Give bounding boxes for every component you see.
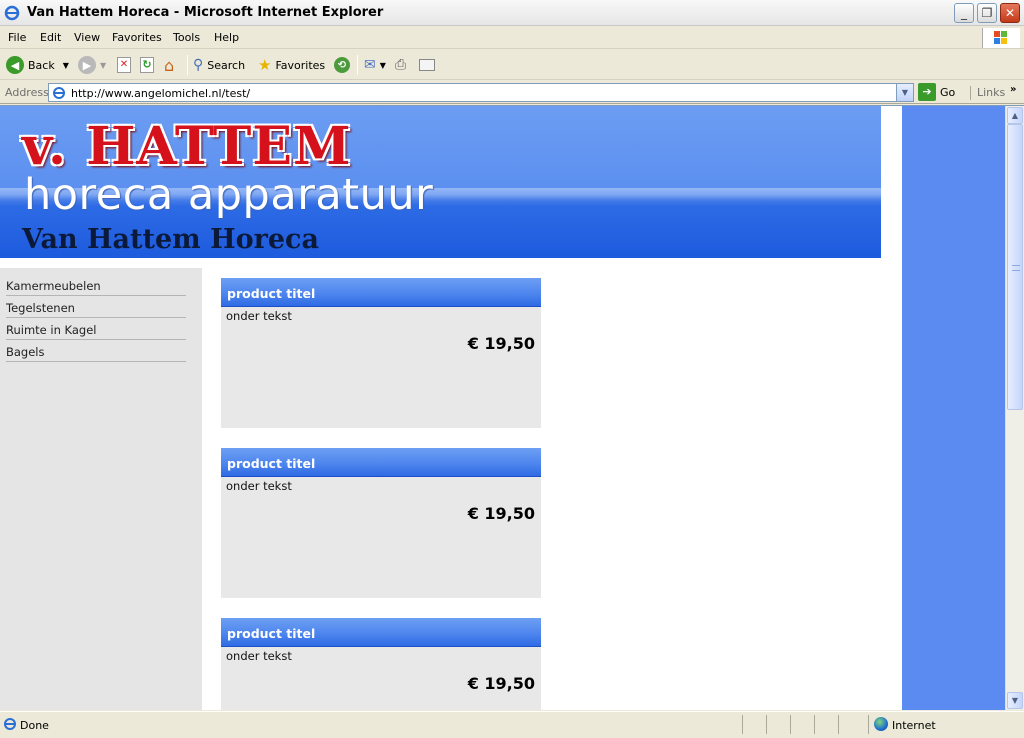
address-label: Address — [5, 86, 49, 99]
page-status-icon — [4, 718, 16, 730]
go-button[interactable]: ➔ Go — [918, 83, 955, 101]
product-description: onder tekst — [226, 649, 292, 663]
status-cell — [766, 715, 767, 734]
ie-logo-icon — [4, 5, 20, 21]
page-icon — [53, 87, 65, 99]
vertical-scrollbar[interactable]: ▲ ▼ — [1005, 106, 1024, 710]
product-card: product titel onder tekst € 19,50 — [221, 618, 541, 710]
security-zone-label: Internet — [892, 719, 936, 732]
print-icon: ⎙ — [395, 57, 407, 73]
minimize-button[interactable]: _ — [954, 3, 974, 23]
page-viewport: v. HATTEM horeca apparatuur Van Hattem H… — [0, 105, 1024, 710]
close-button[interactable]: ✕ — [1000, 3, 1020, 23]
menu-edit[interactable]: Edit — [40, 31, 61, 44]
menu-help[interactable]: Help — [214, 31, 239, 44]
sidebar-item-ruimte-in-kagel[interactable]: Ruimte in Kagel — [6, 318, 186, 340]
back-arrow-icon: ◀ — [6, 56, 24, 74]
toolbar: ◀ Back ▼ ▶ ▼ ✕ ↻ ⌂ ⚲ Search ★ Favorites … — [0, 50, 1024, 80]
address-bar: Address http://www.angelomichel.nl/test/… — [0, 81, 1024, 104]
go-arrow-icon: ➔ — [918, 83, 936, 101]
product-card: product titel onder tekst € 19,50 — [221, 448, 541, 598]
toolbar-separator — [357, 55, 358, 75]
menu-favorites[interactable]: Favorites — [112, 31, 162, 44]
go-label: Go — [940, 85, 956, 99]
scroll-up-icon[interactable]: ▲ — [1007, 107, 1023, 124]
mail-icon: ✉ — [364, 57, 376, 73]
product-price: € 19,50 — [467, 504, 535, 523]
windows-flag-icon — [982, 28, 1020, 48]
stop-icon: ✕ — [117, 57, 131, 73]
status-cell — [790, 715, 791, 734]
status-bar: Done Internet — [0, 711, 1024, 738]
product-description: onder tekst — [226, 309, 292, 323]
mail-button[interactable]: ✉ ▼ — [364, 54, 386, 76]
refresh-icon: ↻ — [140, 57, 154, 73]
product-card: product titel onder tekst € 19,50 — [221, 278, 541, 428]
search-label: Search — [207, 58, 246, 72]
refresh-button[interactable]: ↻ — [140, 54, 154, 76]
product-title[interactable]: product titel — [227, 456, 315, 471]
logo-text-hattem: v. HATTEM — [22, 116, 352, 177]
product-description: onder tekst — [226, 479, 292, 493]
site-title: Van Hattem Horeca — [22, 224, 319, 255]
edit-button[interactable] — [419, 54, 435, 76]
window-title: Van Hattem Horeca - Microsoft Internet E… — [27, 5, 384, 20]
stop-button[interactable]: ✕ — [117, 54, 131, 76]
toolbar-separator — [187, 55, 188, 75]
product-price: € 19,50 — [467, 674, 535, 693]
back-label: Back — [28, 58, 55, 72]
address-url: http://www.angelomichel.nl/test/ — [71, 87, 251, 100]
logo-text-tagline: horeca apparatuur — [24, 170, 434, 220]
home-icon: ⌂ — [164, 55, 175, 75]
search-button[interactable]: ⚲ Search — [193, 54, 245, 76]
status-cell — [742, 715, 743, 734]
scroll-thumb[interactable] — [1007, 124, 1023, 410]
links-chevron-icon[interactable]: » — [1010, 84, 1016, 95]
history-button[interactable]: ⟲ — [334, 54, 350, 76]
internet-zone-icon — [874, 717, 888, 731]
edit-page-icon — [419, 59, 435, 71]
forward-dropdown-icon[interactable]: ▼ — [100, 61, 106, 70]
links-button[interactable]: Links — [970, 86, 1005, 100]
print-button[interactable]: ⎙ — [395, 54, 406, 76]
header-banner: v. HATTEM horeca apparatuur Van Hattem H… — [0, 106, 881, 258]
product-title[interactable]: product titel — [227, 626, 315, 641]
back-dropdown-icon[interactable]: ▼ — [63, 61, 69, 70]
menu-tools[interactable]: Tools — [173, 31, 200, 44]
forward-arrow-icon: ▶ — [78, 56, 96, 74]
menu-bar: File Edit View Favorites Tools Help — [0, 27, 1024, 49]
menu-view[interactable]: View — [74, 31, 100, 44]
sidebar-item-tegelstenen[interactable]: Tegelstenen — [6, 296, 186, 318]
forward-button[interactable]: ▶ ▼ — [78, 54, 106, 76]
product-price: € 19,50 — [467, 334, 535, 353]
right-blue-panel — [902, 106, 1005, 710]
sidebar-item-bagels[interactable]: Bagels — [6, 340, 186, 362]
favorites-label: Favorites — [275, 58, 326, 72]
favorites-button[interactable]: ★ Favorites — [258, 54, 325, 76]
status-cell — [868, 715, 869, 734]
history-icon: ⟲ — [334, 57, 350, 73]
status-cell — [838, 715, 839, 734]
address-input[interactable]: http://www.angelomichel.nl/test/ ▼ — [48, 83, 914, 102]
favorites-star-icon: ★ — [258, 56, 272, 74]
sidebar: Kamermeubelen Tegelstenen Ruimte in Kage… — [0, 268, 202, 710]
thumb-grip — [1012, 265, 1020, 271]
address-dropdown-icon[interactable]: ▼ — [896, 84, 913, 101]
scroll-down-icon[interactable]: ▼ — [1007, 692, 1023, 709]
menu-file[interactable]: File — [8, 31, 26, 44]
back-button[interactable]: ◀ Back ▼ — [6, 54, 69, 76]
status-cell — [814, 715, 815, 734]
product-title[interactable]: product titel — [227, 286, 315, 301]
mail-dropdown-icon: ▼ — [379, 60, 386, 70]
home-button[interactable]: ⌂ — [164, 54, 174, 76]
title-bar: Van Hattem Horeca - Microsoft Internet E… — [0, 0, 1024, 26]
maximize-button[interactable]: ❐ — [977, 3, 997, 23]
sidebar-item-kamermeubelen[interactable]: Kamermeubelen — [6, 274, 186, 296]
status-text: Done — [20, 719, 49, 732]
search-icon: ⚲ — [193, 57, 204, 73]
